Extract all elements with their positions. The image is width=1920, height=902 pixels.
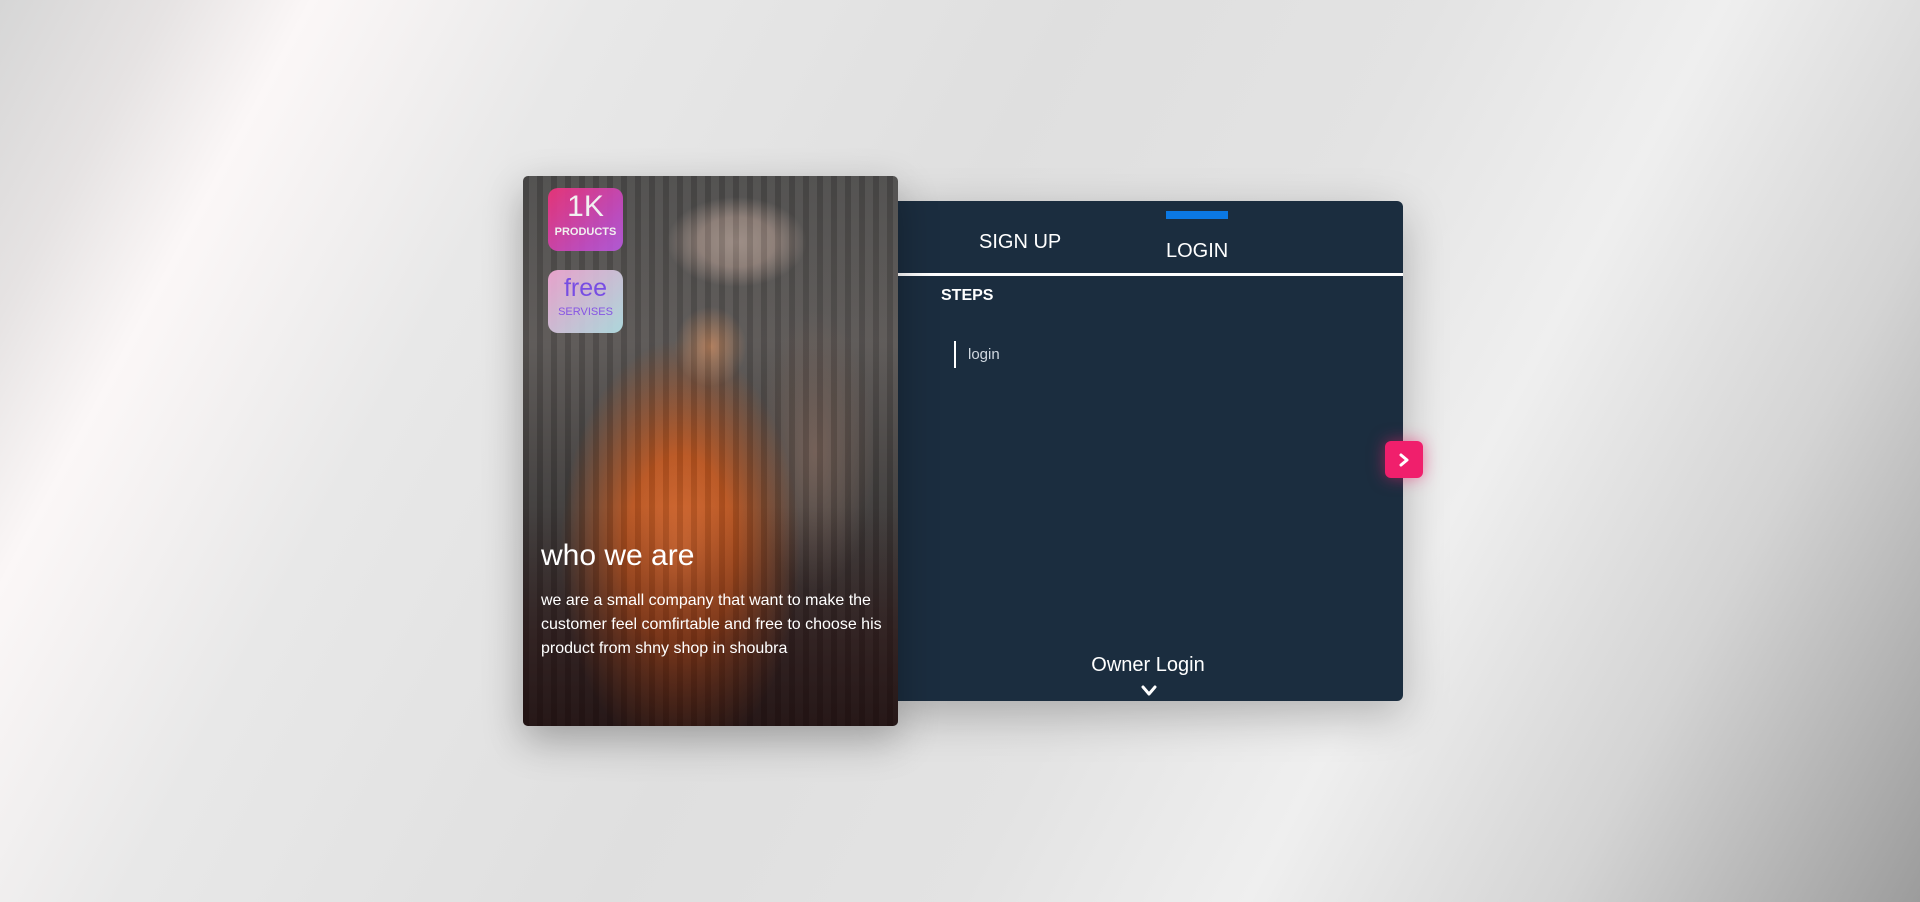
auth-panel: SIGN UP LOGIN STEPS login Owner Login bbox=[893, 201, 1403, 701]
products-stat-badge: 1K PRODUCTS bbox=[548, 188, 623, 251]
tab-login[interactable]: LOGIN bbox=[1166, 240, 1228, 263]
services-stat-value: free bbox=[563, 274, 608, 302]
tab-sign-up[interactable]: SIGN UP bbox=[979, 231, 1061, 254]
owner-login-toggle[interactable]: Owner Login bbox=[893, 654, 1403, 677]
next-button[interactable] bbox=[1385, 441, 1423, 478]
about-card: 1K PRODUCTS free SERVISES who we are we … bbox=[523, 176, 898, 726]
services-stat-badge: free SERVISES bbox=[548, 270, 623, 333]
products-stat-value: 1K bbox=[567, 190, 604, 223]
chevron-right-icon bbox=[1399, 453, 1409, 466]
about-description: we are a small company that want to make… bbox=[541, 592, 882, 657]
steps-heading: STEPS bbox=[941, 287, 994, 304]
about-title: who we are bbox=[541, 539, 695, 572]
step-item-login: login bbox=[954, 341, 1000, 368]
products-stat-label: PRODUCTS bbox=[554, 226, 617, 238]
services-stat-label: SERVISES bbox=[558, 306, 613, 318]
tab-divider bbox=[893, 273, 1403, 276]
active-tab-indicator bbox=[1166, 211, 1228, 219]
chevron-down-icon[interactable] bbox=[1141, 684, 1157, 698]
